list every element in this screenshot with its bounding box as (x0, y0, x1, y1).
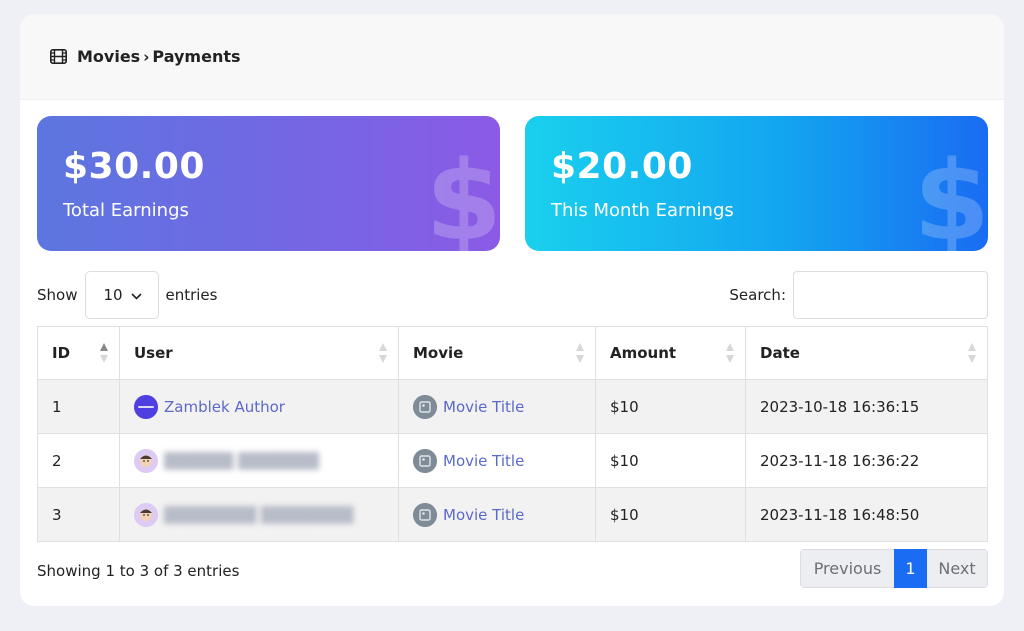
entries-select[interactable]: 10 (85, 271, 160, 319)
payments-table: ID User Movie Amount Date 1 Zamblek Auth… (37, 326, 988, 542)
breadcrumb-page: Payments (152, 47, 241, 66)
breadcrumb: Movies › Payments (77, 47, 241, 66)
column-header-movie[interactable]: Movie (398, 326, 596, 380)
user-avatar (134, 448, 158, 473)
table-info: Showing 1 to 3 of 3 entries (37, 562, 240, 580)
column-header-amount[interactable]: Amount (595, 326, 746, 380)
cell-id: 2 (37, 433, 120, 488)
card-header: Movies › Payments (20, 14, 1004, 100)
cell-id: 1 (37, 379, 120, 434)
breadcrumb-separator: › (143, 47, 150, 66)
column-label: Date (760, 344, 800, 362)
movie-thumbnail-icon (413, 394, 437, 419)
total-earnings-card: $30.00 Total Earnings $ (37, 116, 500, 251)
cell-date: 2023-10-18 16:36:15 (745, 379, 988, 434)
column-label: User (134, 344, 173, 362)
cell-date: 2023-11-18 16:36:22 (745, 433, 988, 488)
user-link-redacted[interactable]: ██████ ███████ (164, 452, 319, 470)
show-label: Show (37, 286, 78, 304)
column-label: ID (52, 344, 71, 362)
chevron-down-icon (130, 286, 142, 304)
cell-movie: Movie Title (398, 379, 596, 434)
cell-amount: $10 (595, 487, 746, 542)
month-earnings-amount: $20.00 (551, 146, 693, 187)
movie-link[interactable]: Movie Title (443, 398, 524, 416)
pagination: Previous 1 Next (800, 549, 988, 588)
user-link[interactable]: Zamblek Author (164, 398, 285, 416)
table-row: 1 Zamblek Author Movie Title $10 2023-10… (37, 379, 988, 434)
entries-label: entries (165, 286, 218, 304)
month-earnings-card: $20.00 This Month Earnings $ (525, 116, 988, 251)
search-input[interactable] (793, 271, 988, 319)
dollar-icon: $ (425, 137, 500, 251)
movie-thumbnail-icon (413, 448, 437, 473)
previous-button[interactable]: Previous (800, 549, 894, 588)
search-label: Search: (729, 286, 786, 304)
cell-user: Zamblek Author (119, 379, 399, 434)
user-avatar (134, 502, 158, 527)
movie-link[interactable]: Movie Title (443, 506, 524, 524)
column-label: Movie (413, 344, 464, 362)
sort-asc-icon (100, 343, 109, 363)
film-icon (50, 49, 67, 64)
cell-movie: Movie Title (398, 487, 596, 542)
table-controls: Show 10 entries Search: (37, 271, 988, 319)
next-button[interactable]: Next (927, 549, 988, 588)
cell-user: ████████ ████████ (119, 487, 399, 542)
sort-icon (968, 343, 977, 363)
dollar-icon: $ (913, 137, 988, 251)
movie-thumbnail-icon (413, 502, 437, 527)
total-earnings-amount: $30.00 (63, 146, 205, 187)
user-link-redacted[interactable]: ████████ ████████ (164, 506, 353, 524)
table-row: 3 ████████ ████████ Movie Title $10 2023… (37, 487, 988, 542)
movie-link[interactable]: Movie Title (443, 452, 524, 470)
table-search: Search: (729, 271, 988, 319)
cell-user: ██████ ███████ (119, 433, 399, 488)
cell-movie: Movie Title (398, 433, 596, 488)
total-earnings-label: Total Earnings (63, 200, 189, 221)
entries-length: Show 10 entries (37, 271, 217, 319)
table-header-row: ID User Movie Amount Date (37, 326, 988, 380)
sort-icon (726, 343, 735, 363)
sort-icon (379, 343, 388, 363)
month-earnings-label: This Month Earnings (551, 200, 734, 221)
page-1-button[interactable]: 1 (894, 549, 927, 588)
table-row: 2 ██████ ███████ Movie Title $10 2023-11… (37, 433, 988, 488)
cell-amount: $10 (595, 379, 746, 434)
breadcrumb-section[interactable]: Movies (77, 47, 140, 66)
column-header-user[interactable]: User (119, 326, 399, 380)
cell-id: 3 (37, 487, 120, 542)
column-header-date[interactable]: Date (745, 326, 988, 380)
column-header-id[interactable]: ID (37, 326, 120, 380)
cell-amount: $10 (595, 433, 746, 488)
user-avatar (134, 394, 158, 419)
sort-icon (576, 343, 585, 363)
cell-date: 2023-11-18 16:48:50 (745, 487, 988, 542)
entries-select-value: 10 (103, 286, 123, 304)
column-label: Amount (610, 344, 677, 362)
